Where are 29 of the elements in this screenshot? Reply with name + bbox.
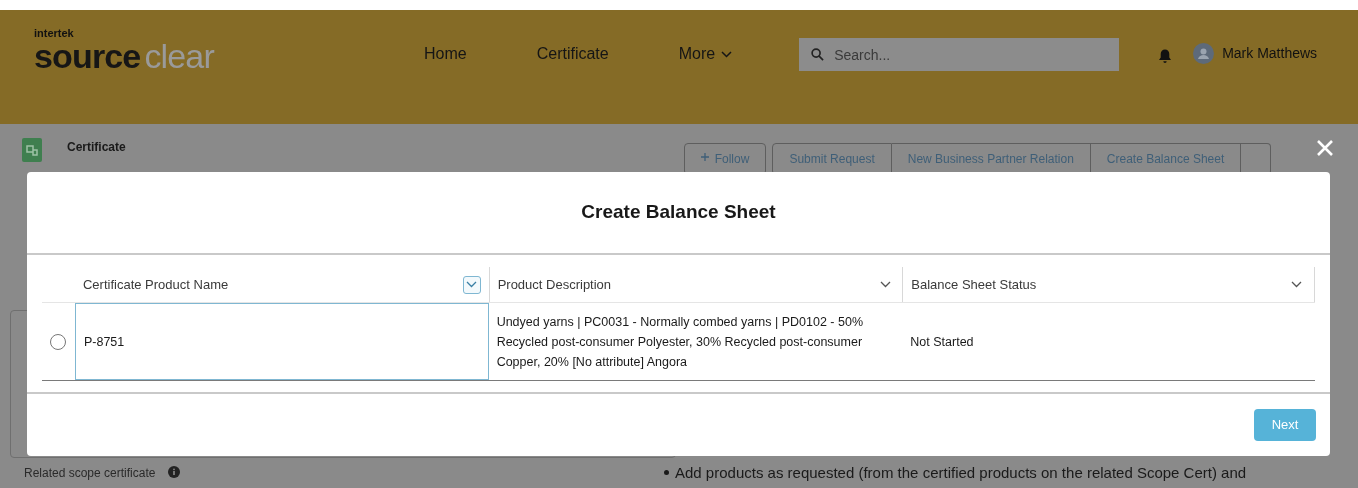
search-icon <box>811 48 825 61</box>
column-header[interactable]: Product Description <box>488 267 903 302</box>
field-label: Related scope certificate <box>24 465 156 482</box>
column-header[interactable]: Certificate Product Name <box>74 267 489 302</box>
nav-menu[interactable]: More <box>678 42 733 66</box>
bullet-icon <box>664 470 669 475</box>
table-cell-text: Undyed yarns | PC0031 - Normally combed yarns | PD0102 - 50% Recycled post-consumer Polyester, 30% Recycled post-consumer Copper, 20% [No attribute] Angora <box>495 313 865 371</box>
notification-bell-icon[interactable] <box>1157 48 1174 64</box>
close-icon <box>1316 139 1334 157</box>
certificate-object-icon <box>22 138 42 162</box>
sort-chevron-icon[interactable] <box>462 275 481 294</box>
modal-title: Create Balance Sheet <box>581 200 776 225</box>
logo-wordmark: source <box>34 39 141 73</box>
search-field[interactable]: Search... <box>799 38 1120 71</box>
avatar-icon[interactable] <box>1193 43 1215 64</box>
user-name[interactable]: Mark Matthews <box>1222 43 1318 64</box>
nav-link[interactable]: Home <box>424 42 467 66</box>
table-cell-text: Not Started <box>909 333 975 351</box>
record-type-label: Certificate <box>67 139 126 156</box>
chevron-down-icon <box>721 50 733 58</box>
logo-caption: intertek <box>34 28 74 39</box>
table-cell: P-8751 <box>74 303 489 380</box>
plus-icon <box>700 153 709 161</box>
nav-link[interactable]: Certificate <box>536 42 609 66</box>
next-button[interactable]: Next <box>1254 409 1316 441</box>
bullet-text: Add products as requested (from the certified products on the related Scope Cert) and <box>675 463 1247 483</box>
info-icon <box>168 466 180 478</box>
column-header[interactable]: Balance Sheet Status <box>902 267 1315 302</box>
logo-wordmark-accent: clear <box>144 39 214 73</box>
